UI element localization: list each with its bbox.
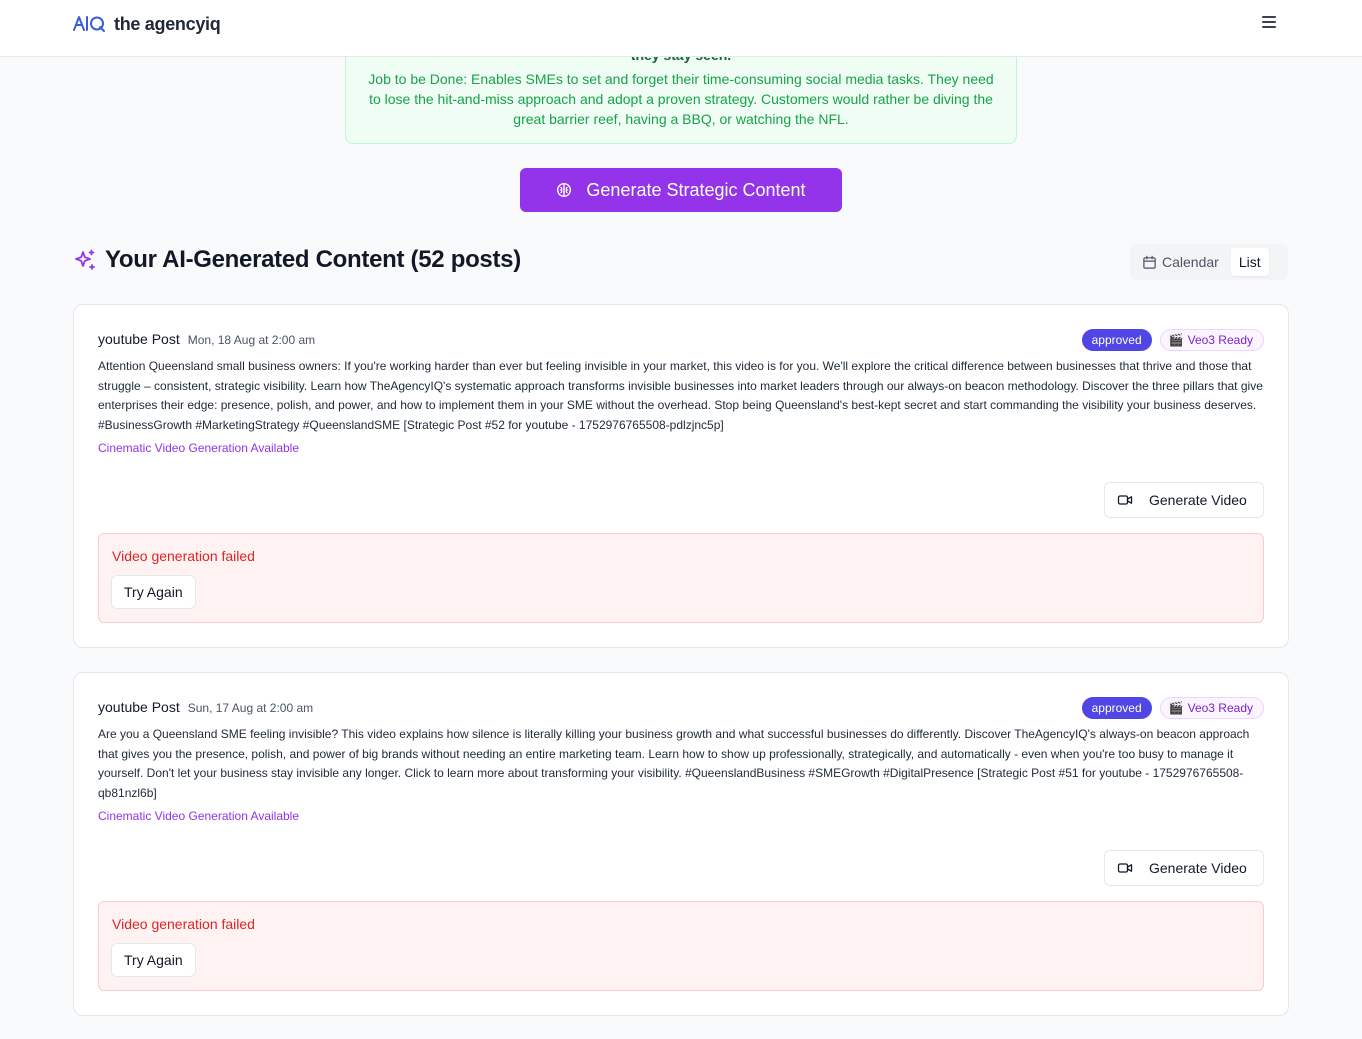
hamburger-menu-icon[interactable] — [1262, 16, 1276, 30]
post-meta: youtube Post Mon, 18 Aug at 2:00 am — [98, 331, 315, 347]
post-date: Mon, 18 Aug at 2:00 am — [187, 333, 316, 347]
calendar-view-button[interactable]: Calendar — [1134, 248, 1227, 276]
cinematic-video-available-label: Cinematic Video Generation Available — [98, 441, 300, 455]
veo3-ready-label: Veo3 Ready — [1187, 333, 1253, 347]
list-view-label: List — [1238, 254, 1261, 270]
brain-icon — [557, 182, 572, 198]
veo3-ready-badge: 🎬 Veo3 Ready — [1159, 697, 1264, 719]
calendar-icon — [1143, 255, 1156, 269]
view-mode-toggle: Calendar List — [1130, 244, 1288, 280]
generate-video-label: Generate Video — [1149, 860, 1247, 876]
post-meta: youtube Post Sun, 17 Aug at 2:00 am — [98, 699, 313, 715]
jtbd-text: Job to be Done: Enables SMEs to set and … — [368, 71, 994, 127]
video-error-text: Video generation failed — [112, 548, 255, 564]
try-again-button[interactable]: Try Again — [111, 575, 196, 609]
generate-video-label: Generate Video — [1149, 492, 1247, 508]
post-badges: approved 🎬 Veo3 Ready — [1081, 697, 1264, 719]
brand-name: the agencyiq — [114, 13, 221, 34]
content-section-title: Your AI-Generated Content (52 posts) — [105, 246, 521, 273]
post-type: youtube Post — [98, 331, 180, 347]
generate-video-button[interactable]: Generate Video — [1104, 482, 1264, 518]
video-error-text: Video generation failed — [112, 916, 255, 932]
cinematic-video-available-label: Cinematic Video Generation Available — [98, 809, 300, 823]
video-camera-icon — [1117, 495, 1133, 505]
post-body: Attention Queensland small business owne… — [98, 359, 1263, 432]
post-body: Are you a Queensland SME feeling invisib… — [98, 727, 1250, 800]
clapperboard-icon: 🎬 — [1168, 701, 1184, 715]
content-section-heading: Your AI-Generated Content (52 posts) — [73, 246, 521, 274]
post-badges: approved 🎬 Veo3 Ready — [1081, 329, 1264, 351]
clapperboard-icon: 🎬 — [1168, 333, 1184, 347]
top-header: the agencyiq — [0, 0, 1362, 57]
post-card: youtube Post Mon, 18 Aug at 2:00 am appr… — [73, 304, 1289, 648]
status-badge: approved — [1081, 329, 1152, 351]
veo3-ready-label: Veo3 Ready — [1187, 701, 1253, 715]
video-camera-icon — [1117, 863, 1133, 873]
try-again-button[interactable]: Try Again — [111, 943, 196, 977]
brand-logo[interactable]: the agencyiq — [73, 13, 221, 35]
calendar-view-label: Calendar — [1162, 254, 1219, 270]
video-error-box: Video generation failed Try Again — [98, 901, 1264, 991]
aiq-logo-icon — [73, 16, 105, 32]
status-badge: approved — [1081, 697, 1152, 719]
generate-strategic-content-label: Generate Strategic Content — [586, 179, 806, 200]
veo3-ready-badge: 🎬 Veo3 Ready — [1159, 329, 1264, 351]
post-type: youtube Post — [98, 699, 180, 715]
generate-strategic-content-button[interactable]: Generate Strategic Content — [520, 168, 842, 212]
sparkles-icon — [75, 249, 95, 270]
post-card: youtube Post Sun, 17 Aug at 2:00 am appr… — [73, 672, 1289, 1016]
generate-video-button[interactable]: Generate Video — [1104, 850, 1264, 886]
video-error-box: Video generation failed Try Again — [98, 533, 1264, 623]
list-view-button[interactable]: List — [1230, 248, 1269, 276]
post-date: Sun, 17 Aug at 2:00 am — [187, 701, 314, 715]
